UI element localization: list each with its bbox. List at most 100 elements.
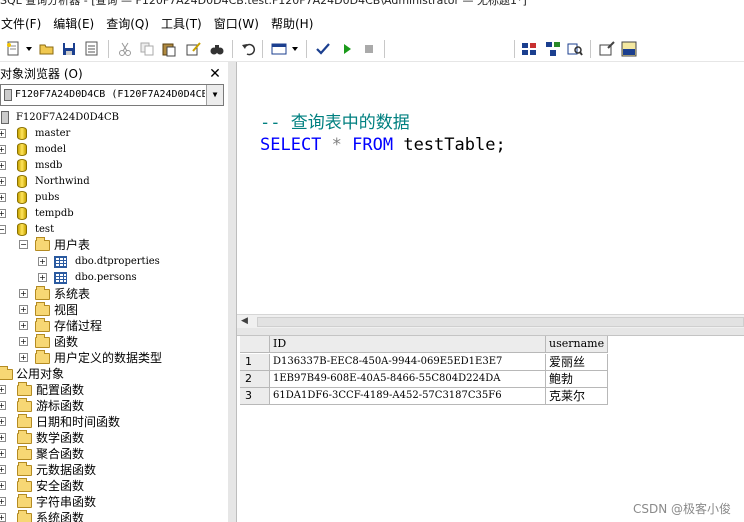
tree-node-server[interactable]: F120F7A24D0D4CB [0,110,228,126]
table-cell-id[interactable]: D136337B-EEC8-450A-9944-069E5ED1E3E7 [270,354,546,371]
properties-icon[interactable] [598,40,616,58]
expand-icon[interactable]: + [0,129,6,138]
column-header-id[interactable]: ID [270,336,546,353]
chevron-down-icon[interactable]: ▼ [206,85,223,105]
tree-node-function-folder[interactable]: + 配置函数 [0,382,228,398]
tree-node-function-folder[interactable]: + 系统函数 [0,510,228,522]
open-icon[interactable] [38,40,56,58]
object-search-icon[interactable] [544,40,562,58]
tree-node-database[interactable]: + model [0,142,228,158]
expand-icon[interactable]: + [0,465,6,474]
tree-node-common-objects[interactable]: 公用对象 [0,366,228,382]
tree-node-database[interactable]: + msdb [0,158,228,174]
tree-node-database[interactable]: + Northwind [0,174,228,190]
copy-icon[interactable] [138,40,156,58]
tree-label: 游标函数 [36,399,85,413]
tree-node-database[interactable]: + pubs [0,190,228,206]
expand-icon[interactable]: + [38,257,47,266]
tree-node-table[interactable]: + dbo.dtproperties [0,254,228,270]
expand-icon[interactable]: + [0,449,6,458]
expand-icon[interactable]: + [0,401,6,410]
stop-icon[interactable] [360,40,378,58]
menu-window[interactable]: 窗口(W) [208,15,265,33]
table-cell-id[interactable]: 61DA1DF6-3CCF-4189-A452-57C3187C35F6 [270,388,546,405]
scrollbar-thumb[interactable] [257,317,744,327]
tree-node-database[interactable]: + master [0,126,228,142]
collapse-icon[interactable]: − [0,225,6,234]
undo-icon[interactable] [240,40,258,58]
results-pane-icon[interactable] [620,40,638,58]
expand-icon[interactable]: + [19,337,28,346]
tree-node-function-folder[interactable]: + 字符串函数 [0,494,228,510]
expand-icon[interactable]: + [19,289,28,298]
chevron-down-icon[interactable] [24,40,34,58]
table-cell-id[interactable]: 1EB97B49-608E-40A5-8466-55C804D224DA [270,371,546,388]
expand-icon[interactable]: + [0,193,6,202]
expand-icon[interactable]: + [0,161,6,170]
menu-edit[interactable]: 编辑(E) [47,15,100,33]
tree-node-database[interactable]: + tempdb [0,206,228,222]
collapse-icon[interactable]: − [19,240,28,249]
execute-icon[interactable] [338,40,356,58]
menu-help[interactable]: 帮助(H) [265,15,319,33]
menu-query[interactable]: 查询(Q) [100,15,155,33]
table-cell-username[interactable]: 爱丽丝 [546,354,608,371]
row-number[interactable]: 2 [240,371,270,388]
object-browser-title: 对象浏览器 (O) [0,67,83,81]
tree-node-database-test[interactable]: − test [0,222,228,238]
menu-tools[interactable]: 工具(T) [155,15,208,33]
table-cell-username[interactable]: 鲍勃 [546,371,608,388]
show-plan-icon[interactable] [566,40,584,58]
editor-horizontal-scrollbar[interactable]: ◀ [237,314,744,328]
server-combo[interactable]: F120F7A24D0D4CB (F120F7A24D0D4CB\ ▼ [0,84,224,106]
parse-icon[interactable] [314,40,332,58]
tree-node-function-folder[interactable]: + 聚合函数 [0,446,228,462]
horizontal-splitter[interactable] [237,328,744,336]
expand-icon[interactable]: + [0,177,6,186]
find-icon[interactable] [208,40,226,58]
object-browser-icon[interactable] [520,40,538,58]
chevron-down-icon[interactable] [290,40,300,58]
tree-node-folder[interactable]: + 系统表 [0,286,228,302]
expand-icon[interactable]: + [19,353,28,362]
sql-editor[interactable]: -- 查询表中的数据 SELECT * FROM testTable; [237,62,744,314]
new-query-icon[interactable] [4,40,22,58]
expand-icon[interactable]: + [0,497,6,506]
close-icon[interactable]: ✕ [207,66,223,82]
expand-icon[interactable]: + [0,209,6,218]
clear-icon[interactable] [184,40,202,58]
chevron-left-icon[interactable]: ◀ [241,316,248,326]
tree-node-function-folder[interactable]: + 日期和时间函数 [0,414,228,430]
expand-icon[interactable]: + [0,145,6,154]
tree-node-function-folder[interactable]: + 元数据函数 [0,462,228,478]
expand-icon[interactable]: + [0,513,6,522]
expand-icon[interactable]: + [38,273,47,282]
tree-node-folder[interactable]: + 存储过程 [0,318,228,334]
tree-label: dbo.persons [75,272,137,283]
results-format-icon[interactable] [270,40,288,58]
tree-node-function-folder[interactable]: + 数学函数 [0,430,228,446]
expand-icon[interactable]: + [0,417,6,426]
expand-icon[interactable]: + [0,385,6,394]
tree-node-folder[interactable]: + 用户定义的数据类型 [0,350,228,366]
table-cell-username[interactable]: 克莱尔 [546,388,608,405]
tree-node-user-tables[interactable]: − 用户表 [0,237,228,253]
expand-icon[interactable]: + [19,305,28,314]
tree-node-folder[interactable]: + 函数 [0,334,228,350]
tree-node-table[interactable]: + dbo.persons [0,270,228,286]
expand-icon[interactable]: + [19,321,28,330]
save-icon[interactable] [60,40,78,58]
row-number[interactable]: 1 [240,354,270,371]
paste-icon[interactable] [160,40,178,58]
vertical-splitter[interactable] [228,62,237,522]
cut-icon[interactable] [116,40,134,58]
menu-file[interactable]: 文件(F) [0,15,47,33]
save-all-icon[interactable] [82,40,100,58]
tree-node-folder[interactable]: + 视图 [0,302,228,318]
tree-node-function-folder[interactable]: + 安全函数 [0,478,228,494]
expand-icon[interactable]: + [0,481,6,490]
row-number[interactable]: 3 [240,388,270,405]
column-header-username[interactable]: username [546,336,608,353]
tree-node-function-folder[interactable]: + 游标函数 [0,398,228,414]
expand-icon[interactable]: + [0,433,6,442]
